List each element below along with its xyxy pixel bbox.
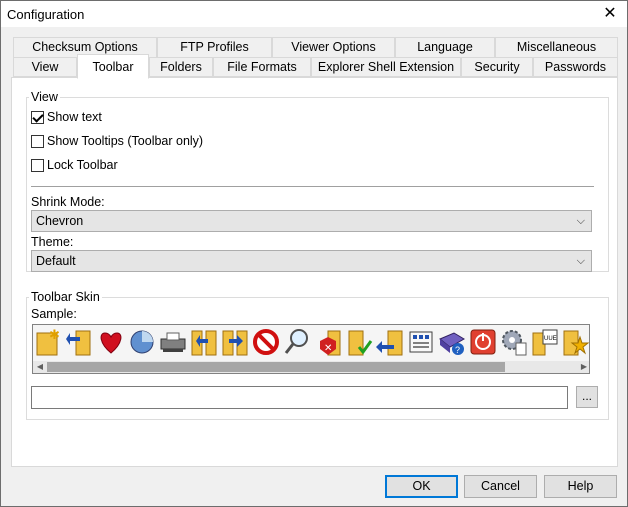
power-icon — [467, 325, 498, 359]
cancel-button[interactable]: Cancel — [464, 475, 537, 498]
tab-passwords[interactable]: Passwords — [533, 57, 618, 77]
tab-miscellaneous[interactable]: Miscellaneous — [495, 37, 618, 57]
window-title: Configuration — [7, 7, 85, 22]
tab-view[interactable]: View — [13, 57, 77, 77]
view-uue-icon: UUE — [529, 325, 560, 359]
lock-toolbar-label: Lock Toolbar — [47, 158, 118, 172]
settings-icon — [498, 325, 529, 359]
tab-language[interactable]: Language — [395, 37, 495, 57]
ok-button[interactable]: OK — [385, 475, 458, 498]
configuration-dialog: Configuration ✕ Checksum Options FTP Pro… — [0, 0, 628, 507]
skin-path-input[interactable] — [31, 386, 568, 409]
shrink-mode-value: Chevron — [36, 214, 84, 228]
tab-viewer-options[interactable]: Viewer Options — [272, 37, 395, 57]
new-folder-icon: ✱ — [33, 325, 64, 359]
favorite-star-icon — [560, 325, 589, 359]
book-help-icon: ? — [436, 325, 467, 359]
title-bar: Configuration ✕ — [1, 1, 627, 27]
svg-text:UUE: UUE — [544, 336, 557, 342]
show-text-label: Show text — [47, 110, 102, 124]
show-text-checkbox[interactable] — [31, 110, 44, 124]
sample-horizontal-scrollbar[interactable]: ◀ ▶ — [33, 361, 589, 373]
statistics-pie-icon — [126, 325, 157, 359]
svg-text:✕: ✕ — [324, 343, 332, 354]
show-text-option[interactable]: Show text — [31, 109, 102, 125]
rename-icon — [374, 325, 405, 359]
lock-toolbar-option[interactable]: Lock Toolbar — [31, 157, 118, 173]
toolbar-tab-panel: View Show text Show Tooltips (Toolbar on… — [11, 77, 618, 467]
shrink-mode-select[interactable]: Chevron ⌵ — [31, 210, 592, 232]
show-tooltips-option[interactable]: Show Tooltips (Toolbar only) — [31, 133, 203, 149]
svg-text:✱: ✱ — [49, 327, 60, 342]
tab-file-formats[interactable]: File Formats — [213, 57, 311, 77]
move-to-folder-icon — [219, 325, 250, 359]
checksum-verify-icon — [343, 325, 374, 359]
close-button[interactable]: ✕ — [593, 1, 627, 27]
shrink-mode-label: Shrink Mode: — [31, 195, 105, 209]
tab-explorer-shell-extension[interactable]: Explorer Shell Extension — [311, 57, 461, 77]
tab-folders[interactable]: Folders — [149, 57, 213, 77]
sample-icon-strip: ✱ ✕ ? UUE — [33, 325, 589, 361]
open-folder-icon — [64, 325, 95, 359]
theme-select[interactable]: Default ⌵ — [31, 250, 592, 272]
properties-icon — [405, 325, 436, 359]
tab-ftp-profiles[interactable]: FTP Profiles — [157, 37, 272, 57]
view-group-title: View — [29, 90, 60, 104]
sample-label: Sample: — [31, 307, 77, 321]
toolbar-skin-title: Toolbar Skin — [29, 290, 102, 304]
find-icon — [281, 325, 312, 359]
stop-icon — [250, 325, 281, 359]
favorites-heart-icon — [95, 325, 126, 359]
svg-text:?: ? — [455, 345, 460, 355]
tab-security[interactable]: Security — [461, 57, 533, 77]
toolbar-sample-preview: ✱ ✕ ? UUE ◀ ▶ — [32, 324, 590, 374]
copy-to-folder-icon — [188, 325, 219, 359]
delete-icon: ✕ — [312, 325, 343, 359]
lock-toolbar-checkbox[interactable] — [31, 158, 44, 172]
theme-value: Default — [36, 254, 76, 268]
view-group: View Show text Show Tooltips (Toolbar on… — [26, 90, 609, 272]
chevron-down-icon: ⌵ — [576, 255, 585, 267]
toolbar-skin-group: Toolbar Skin Sample: ✱ ✕ ? UUE ◀ ▶ ... — [26, 290, 609, 420]
show-tooltips-label: Show Tooltips (Toolbar only) — [47, 134, 204, 148]
tab-toolbar[interactable]: Toolbar — [77, 54, 149, 79]
scrollbar-thumb[interactable] — [47, 362, 505, 372]
scroll-right-icon[interactable]: ▶ — [577, 361, 589, 373]
browse-skin-button[interactable]: ... — [576, 386, 598, 408]
scroll-left-icon[interactable]: ◀ — [33, 361, 47, 373]
scanner-icon — [157, 325, 188, 359]
chevron-down-icon: ⌵ — [576, 215, 585, 227]
show-tooltips-checkbox[interactable] — [31, 134, 44, 148]
help-button[interactable]: Help — [544, 475, 617, 498]
theme-label: Theme: — [31, 235, 74, 249]
view-separator — [31, 186, 594, 187]
